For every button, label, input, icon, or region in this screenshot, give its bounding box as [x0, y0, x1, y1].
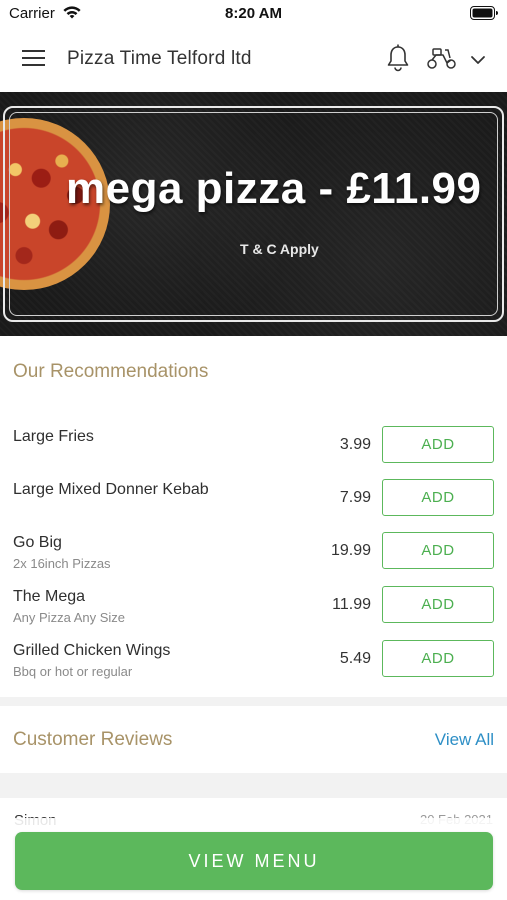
item-price: 19.99: [330, 542, 371, 559]
scooter-icon[interactable]: [426, 46, 458, 75]
reviews-title: Customer Reviews: [13, 729, 173, 750]
status-bar: Carrier 8:20 AM: [0, 0, 507, 28]
add-button[interactable]: ADD: [382, 532, 494, 569]
add-button[interactable]: ADD: [382, 640, 494, 677]
menu-icon[interactable]: [22, 50, 45, 71]
item-name: The Mega: [13, 588, 86, 605]
item-description: Any Pizza Any Size: [13, 610, 125, 625]
item-name: Large Mixed Donner Kebab: [13, 481, 209, 498]
clock: 8:20 AM: [225, 5, 282, 22]
battery-icon: [470, 6, 498, 25]
banner-headline: mega pizza - £11.99: [66, 164, 482, 213]
bell-icon[interactable]: [386, 44, 410, 77]
item-price: 5.49: [339, 650, 371, 667]
item-name: Go Big: [13, 534, 62, 551]
view-all-reviews-link[interactable]: View All: [435, 730, 494, 750]
list-item: Go Big 2x 16inch Pizzas 19.99 ADD: [0, 532, 507, 580]
add-button[interactable]: ADD: [382, 426, 494, 463]
view-menu-button[interactable]: VIEW MENU: [15, 832, 493, 890]
item-name: Grilled Chicken Wings: [13, 642, 171, 659]
item-description: 2x 16inch Pizzas: [13, 556, 111, 571]
list-item: Large Fries 3.99 ADD: [0, 426, 507, 474]
item-price: 7.99: [339, 489, 371, 506]
section-divider: [0, 697, 507, 706]
promo-banner[interactable]: mega pizza - £11.99 T & C Apply: [0, 92, 507, 336]
list-item: Large Mixed Donner Kebab 7.99 ADD: [0, 479, 507, 527]
restaurant-title: Pizza Time Telford ltd: [67, 48, 252, 69]
banner-terms: T & C Apply: [240, 241, 319, 257]
app-header: Pizza Time Telford ltd: [0, 28, 507, 90]
banner-frame-inner: [9, 112, 498, 316]
list-item: The Mega Any Pizza Any Size 11.99 ADD: [0, 586, 507, 634]
section-divider: [0, 773, 507, 798]
item-description: Bbq or hot or regular: [13, 664, 133, 679]
item-price: 11.99: [332, 596, 371, 613]
recommendations-title: Our Recommendations: [13, 361, 209, 382]
add-button[interactable]: ADD: [382, 586, 494, 623]
add-button[interactable]: ADD: [382, 479, 494, 516]
chevron-down-icon[interactable]: [470, 52, 486, 70]
item-price: 3.99: [339, 436, 371, 453]
item-name: Large Fries: [13, 428, 94, 445]
list-item: Grilled Chicken Wings Bbq or hot or regu…: [0, 640, 507, 688]
